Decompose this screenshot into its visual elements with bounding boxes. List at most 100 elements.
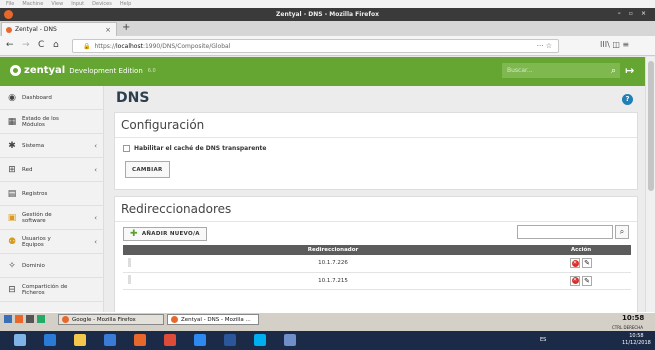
quick-launch-icon[interactable] bbox=[15, 315, 23, 323]
sidebar-item-label: Dominio bbox=[22, 262, 45, 269]
transparent-cache-label: Habilitar el caché de DNS transparente bbox=[134, 145, 267, 152]
sidebar-item-file-sharing[interactable]: ⊟ Compartición de Ficheros bbox=[0, 278, 103, 302]
module-status-icon: ▦ bbox=[7, 116, 17, 127]
edge-icon[interactable] bbox=[44, 334, 56, 346]
taskbar-clock: 10:58 bbox=[622, 314, 645, 322]
delete-icon: ✕ bbox=[571, 259, 579, 267]
row-actions: ✕ ✎ bbox=[531, 255, 631, 273]
tab-label: Zentyal - DNS bbox=[15, 26, 57, 33]
quick-launch-icon[interactable] bbox=[4, 315, 12, 323]
firefox-icon bbox=[62, 316, 69, 323]
vm-menu-help[interactable]: Help bbox=[120, 1, 131, 7]
logout-icon[interactable]: ↦ bbox=[625, 64, 634, 77]
firefox-icon bbox=[171, 316, 178, 323]
search-icon[interactable]: ⌕ bbox=[611, 66, 616, 76]
navigation-bar: ← → C ⌂ 🔒 https:// localhost :1990/DNS/C… bbox=[0, 36, 655, 56]
search-icon[interactable]: ⌕ bbox=[615, 225, 629, 239]
zentyal-logo[interactable]: zentyal Development Edition 6.0 bbox=[10, 65, 156, 76]
transparent-cache-checkbox[interactable] bbox=[123, 145, 130, 152]
vm-menu-devices[interactable]: Devices bbox=[92, 1, 112, 7]
skype-icon[interactable] bbox=[254, 334, 266, 346]
vm-menu-machine[interactable]: Machine bbox=[22, 1, 43, 7]
app-icon[interactable] bbox=[194, 334, 206, 346]
table-row: 10.1.7.215 ✕ ✎ bbox=[123, 272, 631, 290]
delete-button[interactable]: ✕ bbox=[570, 258, 580, 269]
page-actions-icon[interactable]: ··· ☆ bbox=[537, 42, 552, 50]
taskbar-task-zentyal[interactable]: Zentyal - DNS - Mozilla ... bbox=[167, 314, 259, 325]
back-button[interactable]: ← bbox=[6, 40, 14, 50]
chevron-left-icon: ‹ bbox=[94, 213, 97, 222]
url-prefix: https:// bbox=[94, 42, 116, 50]
page-title: DNS bbox=[116, 90, 150, 106]
sidebar-item-label: Compartición de Ficheros bbox=[22, 283, 68, 296]
forwarders-table: Redireccionador Acción 10.1.7.226 ✕ ✎ 10… bbox=[123, 245, 631, 290]
quick-launch-icon[interactable] bbox=[26, 315, 34, 323]
drag-handle[interactable] bbox=[123, 255, 135, 273]
firefox-icon[interactable] bbox=[134, 334, 146, 346]
vm-menu-view[interactable]: View bbox=[51, 1, 63, 7]
domain-icon: ✧ bbox=[8, 260, 16, 271]
help-icon[interactable]: ? bbox=[622, 94, 633, 105]
table-header-row: Redireccionador Acción bbox=[123, 245, 631, 255]
zentyal-header: zentyal Development Edition 6.0 Buscar..… bbox=[0, 57, 645, 86]
language-indicator[interactable]: ES bbox=[540, 337, 546, 343]
forwarders-search-input[interactable] bbox=[517, 225, 613, 239]
url-bar[interactable]: 🔒 https:// localhost :1990/DNS/Composite… bbox=[72, 39, 559, 53]
global-search-input[interactable]: Buscar... ⌕ bbox=[502, 63, 620, 78]
edit-pencil-icon[interactable]: ✎ bbox=[582, 275, 592, 286]
sidebar-item-network[interactable]: ⊞ Red ‹ bbox=[0, 158, 103, 182]
library-sidebar-menu-icons[interactable]: III\ ◫ ≡ bbox=[600, 40, 629, 49]
sidebar-item-dashboard[interactable]: ◉ Dashboard bbox=[0, 86, 103, 110]
change-button[interactable]: CAMBIAR bbox=[125, 161, 170, 178]
delete-button[interactable]: ✕ bbox=[570, 275, 580, 286]
host-taskbar: ES 10:58 11/12/2018 bbox=[0, 331, 655, 350]
sidebar-item-domain[interactable]: ✧ Dominio bbox=[0, 254, 103, 278]
sidebar-item-users[interactable]: ⚉ Usuarios y Equipos ‹ bbox=[0, 230, 103, 254]
edit-pencil-icon[interactable]: ✎ bbox=[582, 258, 592, 269]
brand-name: zentyal bbox=[24, 65, 66, 76]
task-label: Google - Mozilla Firefox bbox=[72, 316, 136, 323]
chevron-left-icon: ‹ bbox=[94, 141, 97, 150]
url-host: localhost bbox=[116, 42, 143, 50]
sidebar: ◉ Dashboard ▦ Estado de los Módulos ✱ Si… bbox=[0, 86, 104, 312]
virtualbox-icon[interactable] bbox=[284, 334, 296, 346]
add-forwarder-button[interactable]: ✚ AÑADIR NUEVO/A bbox=[123, 227, 207, 241]
vm-menu-input[interactable]: Input bbox=[71, 1, 84, 7]
host-clock[interactable]: 10:58 11/12/2018 bbox=[622, 333, 651, 347]
sidebar-item-software[interactable]: ▣ Gestión de software ‹ bbox=[0, 206, 103, 230]
tab-zentyal-dns[interactable]: Zentyal - DNS × bbox=[1, 22, 117, 36]
quick-launch-icon[interactable] bbox=[37, 315, 45, 323]
sidebar-item-module-status[interactable]: ▦ Estado de los Módulos bbox=[0, 110, 103, 134]
network-icon: ⊞ bbox=[8, 164, 16, 175]
zentyal-favicon-icon bbox=[6, 26, 12, 33]
delete-icon: ✕ bbox=[571, 277, 579, 284]
sidebar-item-system[interactable]: ✱ Sistema ‹ bbox=[0, 134, 103, 158]
forward-button[interactable]: → bbox=[22, 40, 30, 50]
home-button[interactable]: ⌂ bbox=[53, 40, 59, 50]
sidebar-item-label: Red bbox=[22, 166, 33, 173]
windows-start-icon[interactable] bbox=[14, 334, 26, 346]
forwarders-title: Redireccionadores bbox=[115, 197, 637, 222]
taskbar-task-google[interactable]: Google - Mozilla Firefox bbox=[58, 314, 164, 325]
scrollbar-thumb[interactable] bbox=[648, 61, 654, 191]
page-scrollbar[interactable] bbox=[645, 57, 655, 312]
column-header-action: Acción bbox=[531, 245, 631, 255]
dashboard-icon: ◉ bbox=[8, 92, 16, 103]
host-time: 10:58 bbox=[629, 333, 644, 339]
forwarder-ip: 10.1.7.215 bbox=[135, 272, 531, 290]
word-icon[interactable] bbox=[224, 334, 236, 346]
reload-button[interactable]: C bbox=[38, 40, 44, 50]
store-icon[interactable] bbox=[104, 334, 116, 346]
edition-label: Development Edition bbox=[69, 66, 143, 75]
sidebar-item-logs[interactable]: ▤ Registros bbox=[0, 182, 103, 206]
new-tab-button[interactable]: + bbox=[122, 22, 130, 33]
drag-handle[interactable] bbox=[123, 272, 135, 290]
vm-menu-file[interactable]: File bbox=[6, 1, 14, 7]
firefox-icon bbox=[4, 10, 13, 19]
tab-close-icon[interactable]: × bbox=[105, 26, 111, 34]
chrome-icon[interactable] bbox=[164, 334, 176, 346]
window-controls[interactable]: – ▫ × bbox=[618, 10, 649, 17]
forwarder-ip: 10.1.7.226 bbox=[135, 255, 531, 273]
file-explorer-icon[interactable] bbox=[74, 334, 86, 346]
sidebar-item-label: Dashboard bbox=[22, 94, 52, 101]
